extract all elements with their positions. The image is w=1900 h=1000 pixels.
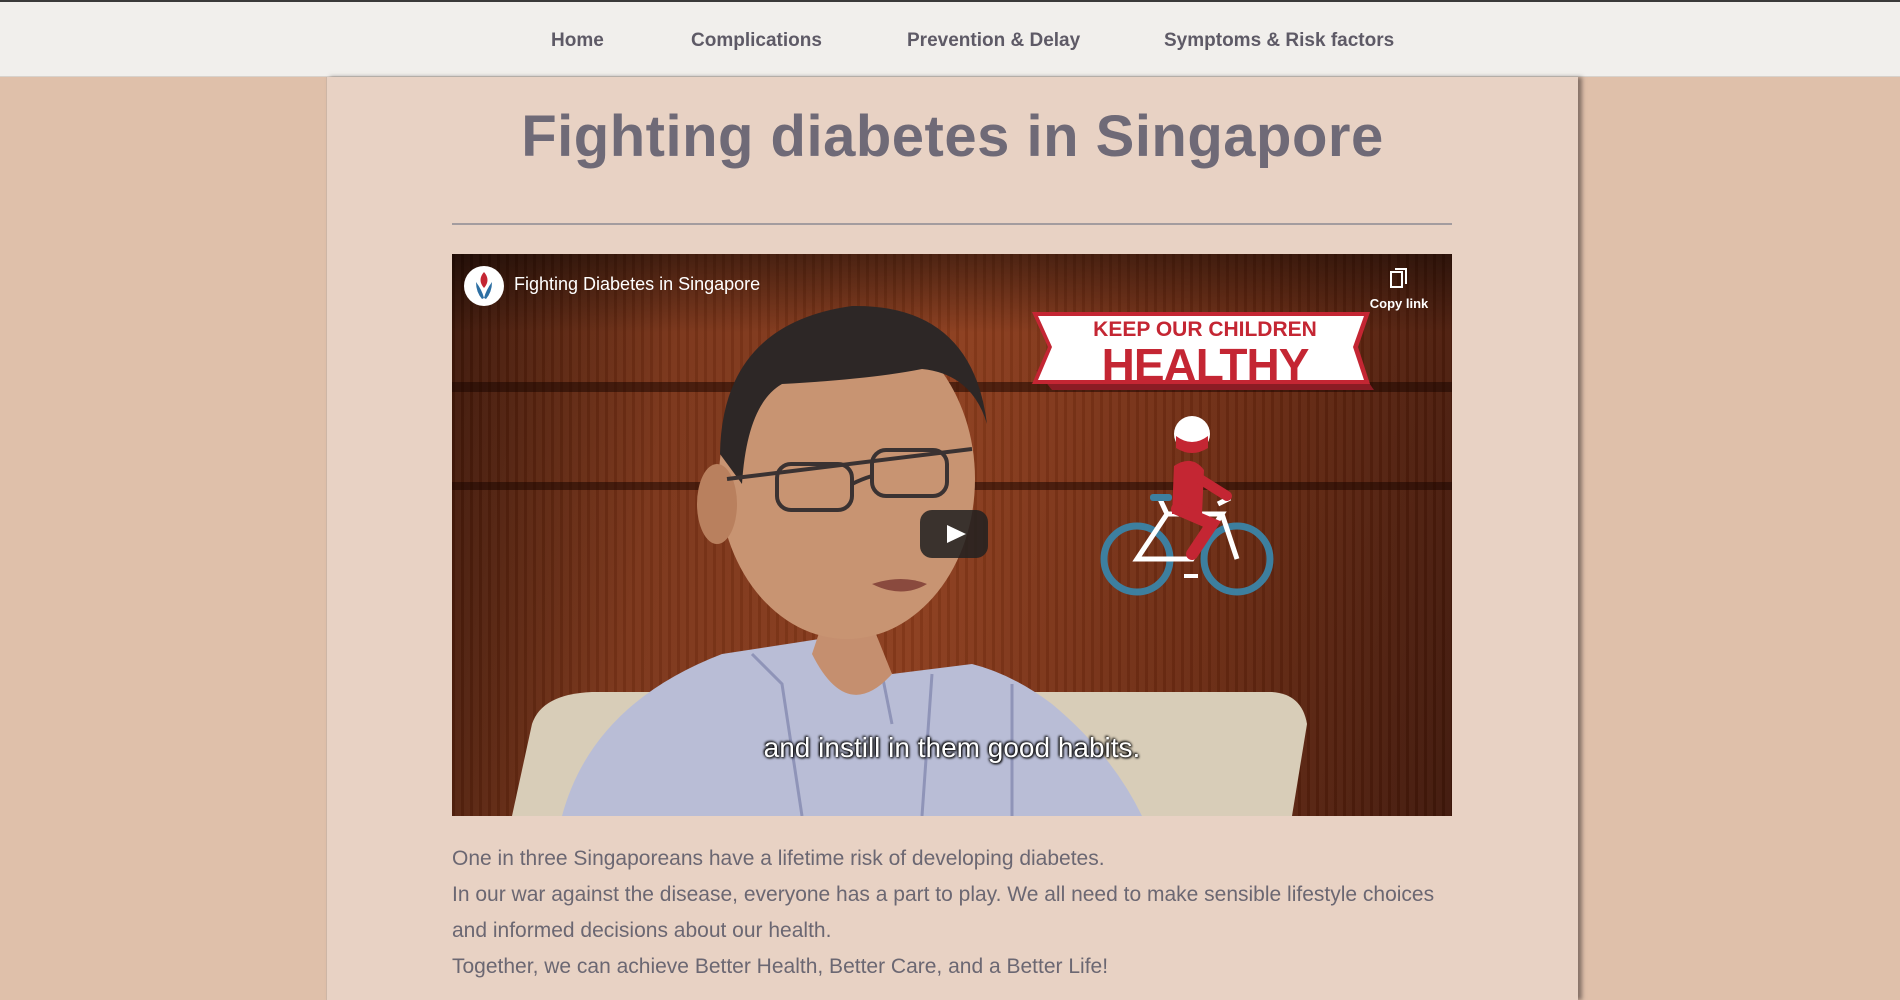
nav-home[interactable]: Home xyxy=(551,30,604,52)
video-title[interactable]: Fighting Diabetes in Singapore xyxy=(514,274,760,295)
channel-logo-icon xyxy=(476,272,492,299)
navbar: Home Complications Prevention & Delay Sy… xyxy=(0,6,1900,77)
copy-link-label: Copy link xyxy=(1369,296,1429,311)
video-player[interactable]: Fighting Diabetes in Singapore Copy link… xyxy=(452,254,1452,816)
video-caption: and instill in them good habits. xyxy=(763,732,1141,763)
channel-logo[interactable] xyxy=(464,266,504,306)
intro-paragraph: Together, we can achieve Better Health, … xyxy=(452,955,1109,978)
nav-symptoms-risk-factors[interactable]: Symptoms & Risk factors xyxy=(1164,30,1394,52)
play-button[interactable] xyxy=(920,510,988,558)
intro-paragraph: One in three Singaporeans have a lifetim… xyxy=(452,847,1105,870)
copy-icon xyxy=(1390,268,1407,288)
copy-link-button[interactable]: Copy link xyxy=(1357,266,1441,316)
cyclist-illustration xyxy=(1100,416,1274,596)
play-icon xyxy=(947,525,966,543)
nav-complications[interactable]: Complications xyxy=(691,30,822,52)
healthy-banner: KEEP OUR CHILDREN HEALTHY xyxy=(1030,310,1380,400)
content-panel: Fighting diabetes in Singapore Fighting … xyxy=(326,77,1578,1000)
intro-text: One in three Singaporeans have a lifetim… xyxy=(452,841,1452,985)
title-divider xyxy=(452,223,1452,225)
nav-prevention-delay[interactable]: Prevention & Delay xyxy=(907,30,1080,52)
banner-line-2: HEALTHY xyxy=(1101,339,1310,391)
page-title: Fighting diabetes in Singapore xyxy=(521,104,1384,169)
intro-paragraph: In our war against the disease, everyone… xyxy=(452,883,1435,942)
